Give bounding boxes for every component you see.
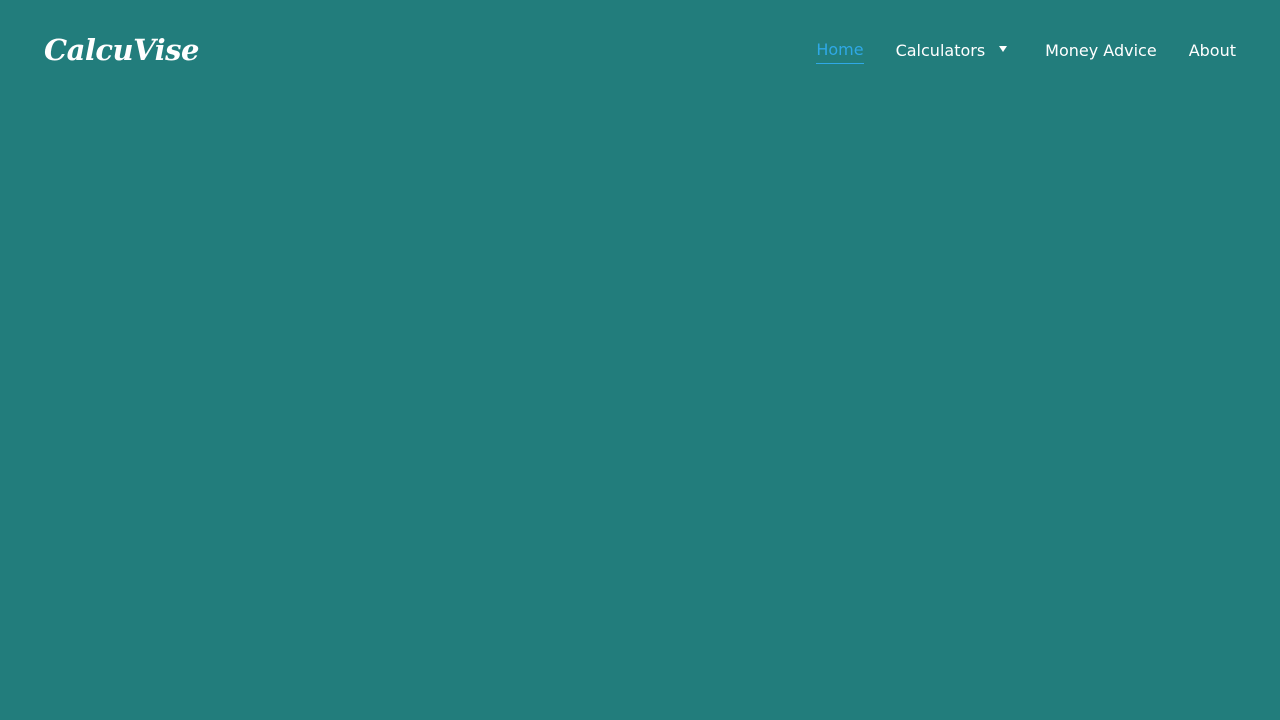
site-header: CalcuVise Home Calculators Money Advice … [0,0,1280,100]
nav-item-calculators[interactable]: Calculators [896,39,1014,63]
nav-item-about[interactable]: About [1189,39,1236,63]
nav-item-label: Calculators [895,41,986,60]
nav-item-label: About [1188,41,1236,60]
nav-item-label: Home [816,38,864,64]
site-logo[interactable]: CalcuVise [44,30,199,70]
main-nav: Home Calculators Money Advice About [816,38,1236,64]
nav-item-label: Money Advice [1045,41,1157,60]
caret-down-icon[interactable] [999,46,1008,52]
nav-item-money-advice[interactable]: Money Advice [1045,39,1157,63]
nav-item-home[interactable]: Home [816,38,864,64]
